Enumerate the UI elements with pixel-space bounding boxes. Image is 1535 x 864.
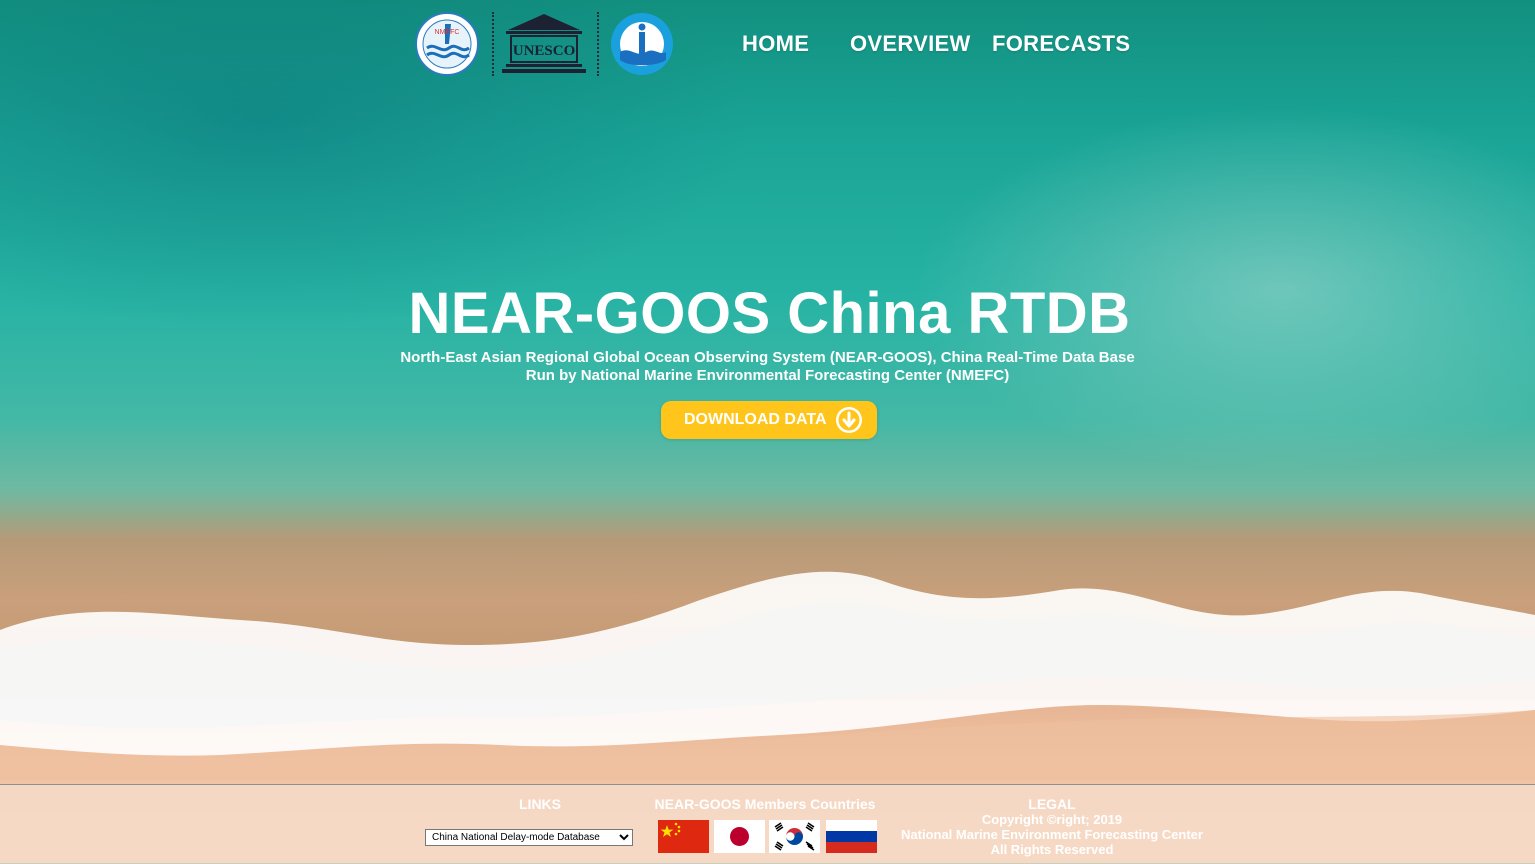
russia-flag-icon[interactable] [826,820,877,853]
china-flag-icon[interactable] [658,820,709,853]
site-footer: LINKS China National Delay-mode Database… [0,784,1535,864]
links-dropdown[interactable]: China National Delay-mode Database [425,829,633,846]
page-title: NEAR-GOOS China RTDB [408,281,1131,346]
logo-divider [492,12,494,76]
nmefc-emblem-icon: NMEFC [415,12,479,76]
unesco-logo[interactable]: UNESCO [502,12,586,76]
hero-subtitle-line2: Run by National Marine Environmental For… [525,367,1010,384]
organization-line: National Marine Environment Forecasting … [901,827,1203,842]
site-header: NMEFC UNESCO HOME OVERVIEW FORECASTS [0,0,1535,86]
rights-line: All Rights Reserved [990,842,1114,857]
legal-heading: LEGAL [1028,796,1076,812]
logo-divider [597,12,599,76]
korea-flag-icon[interactable] [769,820,820,853]
surf-waves [0,571,1535,780]
download-data-button[interactable]: DOWNLOAD DATA [661,401,877,439]
japan-flag-icon[interactable] [714,820,765,853]
copyright-line: Copyright ©right; 2019 [981,812,1123,827]
links-heading: LINKS [519,796,561,812]
nav-forecasts-link[interactable]: FORECASTS [992,31,1130,57]
download-arrow-icon [836,407,862,433]
members-heading: NEAR-GOOS Members Countries [654,796,876,812]
download-button-label: DOWNLOAD DATA [684,411,827,428]
nmefc-logo[interactable]: NMEFC [415,12,479,76]
legal-text: Copyright ©right; 2019 National Marine E… [892,812,1212,857]
hero-subtitle-line1: North-East Asian Regional Global Ocean O… [400,349,1135,366]
ioc-wave-icon [611,13,673,75]
unesco-temple-icon: UNESCO [502,14,586,73]
nav-overview-link[interactable]: OVERVIEW [850,31,971,57]
ioc-logo[interactable] [610,12,674,76]
svg-text:NMEFC: NMEFC [435,29,460,36]
nav-home-link[interactable]: HOME [742,31,809,57]
svg-text:UNESCO: UNESCO [513,43,576,59]
